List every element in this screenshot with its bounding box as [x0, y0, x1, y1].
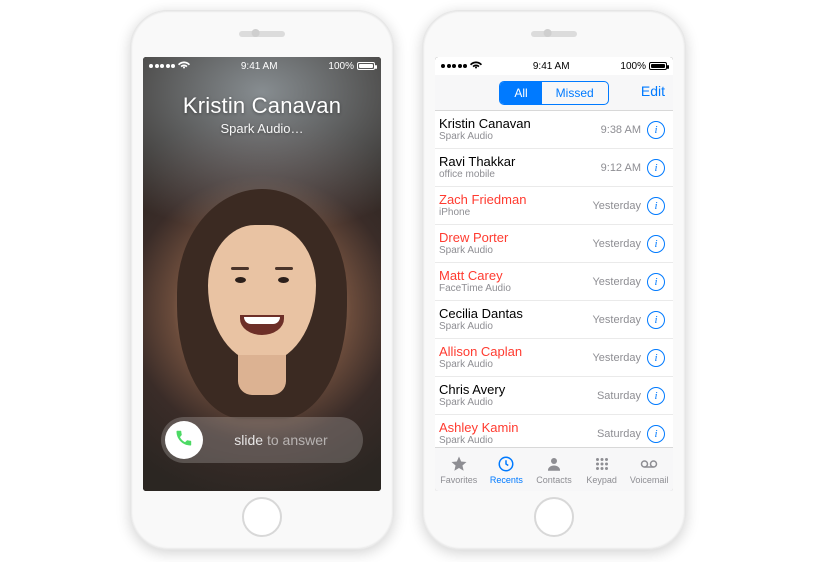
- call-sublabel: Spark Audio: [439, 397, 597, 409]
- status-time: 9:41 AM: [241, 61, 278, 72]
- tab-label: Keypad: [586, 475, 617, 485]
- phone-speaker: [531, 31, 577, 37]
- caller-face-illustration: [187, 189, 337, 389]
- phone-device-left: 9:41 AM 100% Kristin Canavan Spark Audio…: [130, 10, 394, 550]
- home-button[interactable]: [534, 497, 574, 537]
- call-time: 9:12 AM: [601, 162, 641, 174]
- call-sublabel: iPhone: [439, 207, 592, 219]
- call-name: Cecilia Dantas: [439, 306, 592, 321]
- caller-name: Kristin Canavan: [143, 93, 381, 119]
- home-button[interactable]: [242, 497, 282, 537]
- call-name: Ravi Thakkar: [439, 154, 601, 169]
- recents-row[interactable]: Allison CaplanSpark AudioYesterday i: [435, 339, 673, 377]
- call-sublabel: Spark Audio: [439, 245, 592, 257]
- recents-row[interactable]: Ashley KaminSpark AudioSaturday i: [435, 415, 673, 447]
- tab-voicemail[interactable]: Voicemail: [625, 448, 673, 491]
- segment-missed[interactable]: Missed: [542, 82, 608, 104]
- phone-icon: [175, 429, 193, 452]
- recents-row[interactable]: Cecilia DantasSpark AudioYesterday i: [435, 301, 673, 339]
- call-name: Zach Friedman: [439, 192, 592, 207]
- edit-button[interactable]: Edit: [641, 83, 665, 99]
- tab-bar: Favorites Recents Contacts Keypad Voicem…: [435, 447, 673, 491]
- recents-row[interactable]: Matt CareyFaceTime AudioYesterday i: [435, 263, 673, 301]
- call-name: Ashley Kamin: [439, 420, 597, 435]
- clock-icon: [496, 454, 516, 474]
- tab-contacts[interactable]: Contacts: [530, 448, 578, 491]
- status-time: 9:41 AM: [533, 61, 570, 72]
- call-time: Saturday: [597, 428, 641, 440]
- slide-to-answer[interactable]: slide to answer: [161, 417, 363, 463]
- call-name: Kristin Canavan: [439, 116, 601, 131]
- call-time: Yesterday: [592, 238, 641, 250]
- call-sublabel: office mobile: [439, 169, 601, 181]
- recents-call-list[interactable]: Kristin CanavanSpark Audio9:38 AMiRavi T…: [435, 111, 673, 447]
- tab-keypad[interactable]: Keypad: [578, 448, 626, 491]
- battery-icon: [649, 62, 667, 70]
- status-bar: 9:41 AM 100%: [435, 57, 673, 75]
- phone-device-right: 9:41 AM 100% All Missed Edit Kristin Can…: [422, 10, 686, 550]
- call-sublabel: Spark Audio: [439, 359, 592, 371]
- battery-icon: [357, 62, 375, 70]
- info-icon[interactable]: i: [647, 235, 665, 253]
- info-icon[interactable]: i: [647, 387, 665, 405]
- call-time: Yesterday: [592, 276, 641, 288]
- voicemail-icon: [639, 454, 659, 474]
- answer-knob[interactable]: [165, 421, 203, 459]
- tab-recents[interactable]: Recents: [483, 448, 531, 491]
- status-bar: 9:41 AM 100%: [143, 57, 381, 75]
- tab-label: Contacts: [536, 475, 572, 485]
- info-icon[interactable]: i: [647, 197, 665, 215]
- info-icon[interactable]: i: [647, 159, 665, 177]
- recents-filter-segment[interactable]: All Missed: [499, 81, 608, 105]
- caller-subtitle: Spark Audio…: [143, 121, 381, 136]
- info-icon[interactable]: i: [647, 425, 665, 443]
- battery-pct: 100%: [328, 61, 354, 72]
- recents-row[interactable]: Chris AverySpark AudioSaturday i: [435, 377, 673, 415]
- call-name: Chris Avery: [439, 382, 597, 397]
- call-time: Yesterday: [592, 352, 641, 364]
- recents-nav-bar: All Missed Edit: [435, 75, 673, 111]
- call-time: Saturday: [597, 390, 641, 402]
- info-icon[interactable]: i: [647, 311, 665, 329]
- recents-screen: 9:41 AM 100% All Missed Edit Kristin Can…: [435, 57, 673, 491]
- recents-row[interactable]: Zach FriedmaniPhoneYesterday i: [435, 187, 673, 225]
- battery-pct: 100%: [620, 61, 646, 72]
- tab-label: Voicemail: [630, 475, 669, 485]
- call-name: Matt Carey: [439, 268, 592, 283]
- call-sublabel: Spark Audio: [439, 321, 592, 333]
- tab-label: Recents: [490, 475, 523, 485]
- segment-all[interactable]: All: [500, 82, 541, 104]
- phone-camera: [252, 29, 260, 37]
- recents-row[interactable]: Drew PorterSpark AudioYesterday i: [435, 225, 673, 263]
- slide-to-answer-label: slide to answer: [203, 432, 359, 448]
- call-name: Allison Caplan: [439, 344, 592, 359]
- star-icon: [449, 454, 469, 474]
- keypad-icon: [592, 454, 612, 474]
- phone-speaker: [239, 31, 285, 37]
- tab-favorites[interactable]: Favorites: [435, 448, 483, 491]
- wifi-icon: [178, 60, 190, 72]
- call-sublabel: FaceTime Audio: [439, 283, 592, 295]
- info-icon[interactable]: i: [647, 349, 665, 367]
- wifi-icon: [470, 60, 482, 72]
- call-name: Drew Porter: [439, 230, 592, 245]
- info-icon[interactable]: i: [647, 273, 665, 291]
- info-icon[interactable]: i: [647, 121, 665, 139]
- call-time: 9:38 AM: [601, 124, 641, 136]
- phone-camera: [544, 29, 552, 37]
- signal-icon: [149, 64, 175, 68]
- signal-icon: [441, 64, 467, 68]
- recents-row[interactable]: Kristin CanavanSpark Audio9:38 AM i: [435, 111, 673, 149]
- person-icon: [544, 454, 564, 474]
- call-time: Yesterday: [592, 200, 641, 212]
- tab-label: Favorites: [440, 475, 477, 485]
- call-time: Yesterday: [592, 314, 641, 326]
- call-screen: 9:41 AM 100% Kristin Canavan Spark Audio…: [143, 57, 381, 491]
- call-sublabel: Spark Audio: [439, 131, 601, 143]
- recents-row[interactable]: Ravi Thakkaroffice mobile9:12 AM i: [435, 149, 673, 187]
- call-sublabel: Spark Audio: [439, 435, 597, 447]
